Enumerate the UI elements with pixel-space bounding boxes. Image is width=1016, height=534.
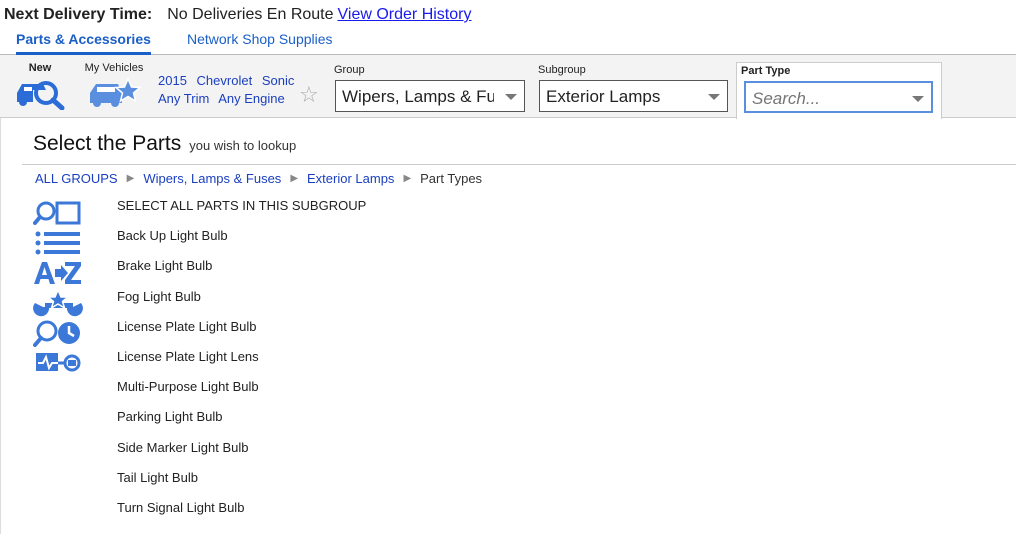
breadcrumb-group[interactable]: Wipers, Lamps & Fuses: [143, 171, 281, 186]
select-all-parts[interactable]: SELECT ALL PARTS IN THIS SUBGROUP: [117, 196, 366, 226]
vehicle-info[interactable]: 2015 Chevrolet Sonic Any Trim Any Engine: [158, 72, 300, 108]
vehicle-model[interactable]: Sonic: [262, 73, 295, 88]
list-item[interactable]: Back Up Light Bulb: [117, 226, 366, 256]
my-vehicles-label: My Vehicles: [84, 62, 144, 74]
vehicle-make[interactable]: Chevrolet: [197, 73, 253, 88]
chevron-down-icon: [707, 81, 721, 111]
list-item[interactable]: Tail Light Bulb: [117, 468, 366, 498]
new-vehicle-button[interactable]: New: [12, 62, 68, 114]
car-search-icon: [17, 81, 65, 111]
parttype-selector: Part Type: [736, 62, 942, 119]
breadcrumb-all-groups[interactable]: ALL GROUPS: [35, 171, 118, 186]
subgroup-dropdown[interactable]: Exterior Lamps: [539, 80, 728, 112]
list-item[interactable]: License Plate Light Bulb: [117, 317, 366, 347]
delivery-label: Next Delivery Time:: [4, 6, 153, 23]
subgroup-selector: Subgroup Exterior Lamps: [534, 62, 732, 118]
tab-bar: Parts & Accessories Network Shop Supplie…: [0, 28, 1016, 55]
list-item[interactable]: Fog Light Bulb: [117, 287, 366, 317]
subgroup-label: Subgroup: [538, 64, 586, 76]
divider: [22, 164, 1016, 165]
page-subtitle: you wish to lookup: [189, 138, 297, 153]
list-view-icon[interactable]: [33, 228, 85, 258]
subgroup-value: Exterior Lamps: [546, 87, 661, 106]
my-vehicles-button[interactable]: My Vehicles: [80, 62, 148, 114]
tab-network-shop-supplies[interactable]: Network Shop Supplies: [187, 31, 333, 47]
chevron-down-icon[interactable]: [911, 83, 925, 111]
parttype-search-box[interactable]: [744, 81, 933, 113]
page-title: Select the Parts: [33, 132, 182, 155]
group-label: Group: [334, 64, 365, 76]
search-parts-icon[interactable]: [33, 198, 85, 228]
chevron-down-icon: [504, 81, 518, 111]
favorite-star-icon[interactable]: ☆: [299, 84, 319, 106]
breadcrumb-separator-icon: ▶: [403, 173, 412, 184]
breadcrumb: ALL GROUPS ▶ Wipers, Lamps & Fuses ▶ Ext…: [35, 171, 482, 186]
breadcrumb-subgroup[interactable]: Exterior Lamps: [307, 171, 394, 186]
group-value: Wipers, Lamps & Fuses: [342, 87, 494, 106]
list-item[interactable]: Turn Signal Light Bulb: [117, 498, 366, 528]
parttype-search-input[interactable]: [752, 85, 892, 111]
breadcrumb-separator-icon: ▶: [126, 173, 135, 184]
group-selector: Group Wipers, Lamps & Fuses: [330, 62, 528, 118]
new-label: New: [28, 62, 52, 74]
breadcrumb-separator-icon: ▶: [290, 173, 299, 184]
breadcrumb-current: Part Types: [420, 171, 483, 186]
diagnostics-icon[interactable]: [33, 348, 85, 378]
vehicle-year[interactable]: 2015: [158, 73, 187, 88]
car-star-icon: [90, 77, 142, 107]
vehicle-trim[interactable]: Any Trim: [158, 91, 209, 106]
view-order-history-link[interactable]: View Order History: [338, 6, 472, 24]
parttype-label: Part Type: [741, 65, 791, 77]
list-item[interactable]: Brake Light Bulb: [117, 256, 366, 286]
delivery-bar: Next Delivery Time: No Deliveries En Rou…: [4, 3, 471, 27]
delivery-status: No Deliveries En Route: [167, 6, 334, 23]
lookup-mode-icons: [33, 198, 85, 378]
vehicle-engine[interactable]: Any Engine: [218, 91, 285, 106]
tools-star-icon[interactable]: [33, 288, 85, 318]
list-item[interactable]: License Plate Light Lens: [117, 347, 366, 377]
group-dropdown[interactable]: Wipers, Lamps & Fuses: [335, 80, 525, 112]
page-heading: Select the Parts you wish to lookup: [33, 132, 296, 156]
list-item[interactable]: Side Marker Light Bulb: [117, 438, 366, 468]
part-type-list: SELECT ALL PARTS IN THIS SUBGROUP Back U…: [117, 196, 366, 528]
search-history-icon[interactable]: [33, 318, 85, 348]
list-item[interactable]: Multi-Purpose Light Bulb: [117, 377, 366, 407]
list-item[interactable]: Parking Light Bulb: [117, 407, 366, 437]
a-to-z-icon[interactable]: [33, 258, 85, 288]
tab-parts-accessories[interactable]: Parts & Accessories: [16, 31, 151, 55]
